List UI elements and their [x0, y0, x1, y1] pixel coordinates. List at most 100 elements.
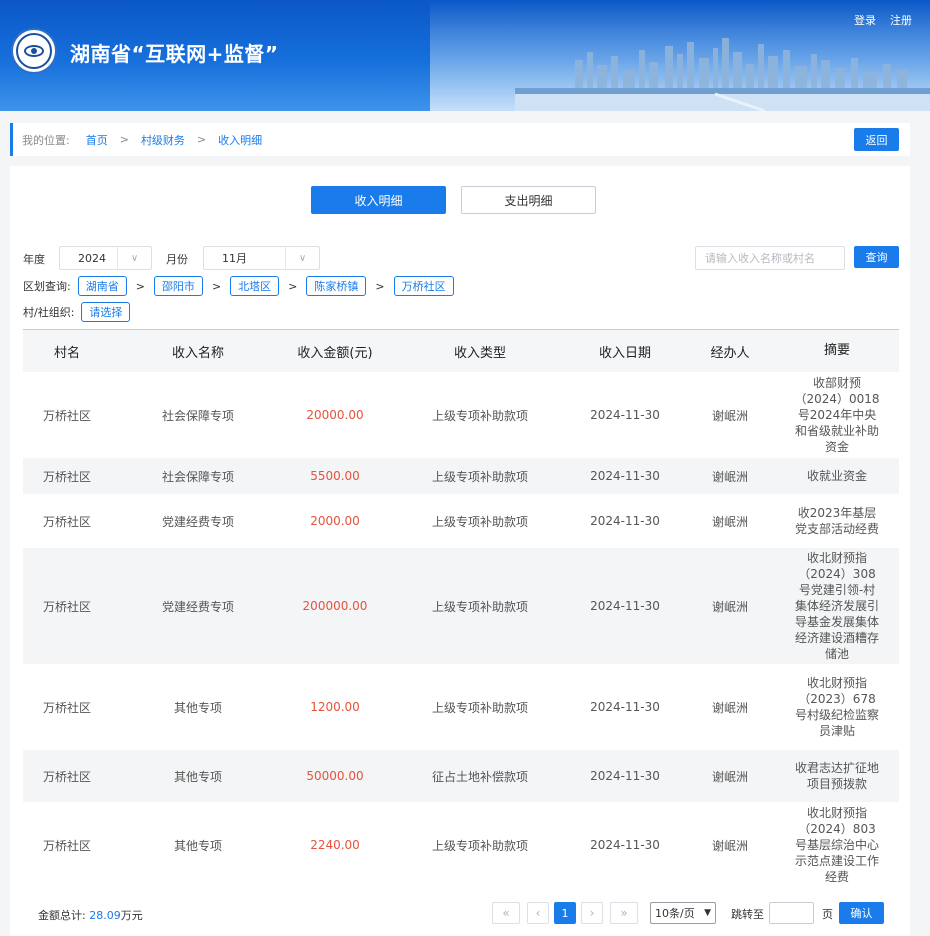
cell-summary: 收部财预（2024）0018号2024年中央和省级就业补助资金: [794, 376, 880, 454]
cell-village: 万桥社区: [42, 599, 91, 614]
city-skyline-image: [515, 38, 930, 111]
month-label: 月份: [166, 253, 188, 266]
tab-income-detail[interactable]: 收入明细: [311, 186, 446, 214]
cell-income-type: 上级专项补助款项: [431, 838, 528, 853]
region-separator: >: [375, 279, 385, 293]
pagination-bar: 金额总计: 28.09万元 « ‹ 1 › » 10条/页 ▼ 跳转至 页 确认: [10, 891, 910, 936]
table-row: 万桥社区 社会保障专项 20000.00 上级专项补助款项 2024-11-30 谢岷洲 收…: [23, 372, 899, 458]
region-chip-province[interactable]: 湖南省: [77, 276, 127, 296]
column-header-income-name: 收入名称: [171, 345, 224, 361]
cell-handler: 谢岷洲: [711, 408, 748, 423]
first-page-button[interactable]: «: [492, 902, 520, 924]
cell-date: 2024-11-30: [590, 700, 660, 714]
table-row: 万桥社区 其他专项 1200.00 上级专项补助款项 2024-11-30 谢岷洲 收北财预…: [23, 664, 899, 750]
cell-income-name: 其他专项: [173, 838, 222, 853]
cell-income-type: 上级专项补助款项: [431, 700, 528, 715]
breadcrumb-village-finance-link[interactable]: 村级财务: [141, 132, 185, 148]
breadcrumb: 我的位置: 首页 > 村级财务 > 收入明细 返回: [10, 123, 910, 156]
region-filter: 区划查询: 湖南省 > 邵阳市 > 北塔区 > 陈家桥镇 > 万桥社区: [23, 276, 454, 296]
cell-income-name: 其他专项: [173, 700, 222, 715]
column-header-amount: 收入金额(元): [297, 345, 373, 361]
column-header-summary: 摘要: [823, 343, 850, 358]
cell-income-type: 上级专项补助款项: [431, 514, 528, 529]
region-separator: >: [211, 279, 222, 293]
login-link[interactable]: 登录: [854, 12, 876, 28]
cell-village: 万桥社区: [42, 700, 91, 715]
last-page-button[interactable]: »: [610, 902, 638, 924]
register-link[interactable]: 注册: [890, 12, 912, 28]
total-value: 28.09: [89, 909, 121, 922]
org-label: 村/社组织:: [23, 306, 75, 319]
cell-income-type: 上级专项补助款项: [431, 408, 528, 423]
column-header-village: 村名: [53, 345, 80, 361]
per-page-select[interactable]: 10条/页 ▼: [650, 902, 716, 924]
cell-date: 2024-11-30: [590, 514, 660, 528]
table-row: 万桥社区 党建经费专项 200000.00 上级专项补助款项 2024-11-30 谢岷洲…: [23, 548, 899, 664]
back-button[interactable]: 返回: [854, 128, 899, 151]
cell-date: 2024-11-30: [590, 599, 660, 613]
cell-income-name: 党建经费专项: [161, 599, 234, 614]
page-1-button[interactable]: 1: [554, 902, 576, 924]
site-header: 湖南省“互联网+监督” 登录 注册: [0, 0, 930, 111]
tab-expense-detail[interactable]: 支出明细: [461, 186, 596, 214]
column-header-date: 收入日期: [598, 345, 651, 361]
cell-village: 万桥社区: [42, 838, 91, 853]
month-select[interactable]: 11月 ∨: [203, 246, 320, 270]
cell-amount: 2240.00: [310, 838, 360, 852]
main-panel: 收入明细 支出明细 年度 2024 ∨ 月份 11月 ∨ 查询 区划查询: 湖南…: [10, 166, 910, 936]
cell-summary: 收就业资金: [806, 469, 867, 483]
cell-village: 万桥社区: [42, 469, 91, 484]
search-input[interactable]: [695, 246, 845, 270]
year-label: 年度: [23, 253, 45, 266]
breadcrumb-label: 我的位置:: [22, 133, 70, 147]
goto-label: 跳转至: [731, 908, 764, 921]
region-label: 区划查询:: [23, 280, 71, 293]
cell-handler: 谢岷洲: [711, 769, 748, 784]
chevron-down-icon: ∨: [285, 247, 319, 269]
org-filter: 村/社组织: 请选择: [23, 302, 131, 322]
org-select-button[interactable]: 请选择: [81, 302, 131, 322]
per-page-value: 10条/页: [655, 907, 695, 920]
table-body: 万桥社区 社会保障专项 20000.00 上级专项补助款项 2024-11-30 谢岷洲收…: [23, 372, 899, 888]
cell-amount: 5500.00: [310, 469, 360, 483]
total-unit: 万元: [120, 909, 143, 922]
year-select[interactable]: 2024 ∨: [59, 246, 152, 270]
goto-page-input[interactable]: [769, 902, 814, 924]
eye-emblem-icon: [11, 28, 57, 74]
site-title: 湖南省“互联网+监督”: [70, 42, 279, 66]
table-row: 万桥社区 其他专项 50000.00 征占土地补偿款项 2024-11-30 谢岷洲 收君志…: [23, 750, 899, 802]
cell-summary: 收君志达扩征地项目预拨款: [794, 761, 879, 791]
cell-handler: 谢岷洲: [711, 469, 748, 484]
next-page-button[interactable]: ›: [581, 902, 603, 924]
cell-date: 2024-11-30: [590, 838, 660, 852]
cell-amount: 200000.00: [302, 599, 368, 613]
cell-summary: 收北财预指（2024）308号党建引领-村集体经济发展引导基金发展集体经济建设酒…: [794, 551, 879, 661]
total-label: 金额总计:: [38, 909, 86, 922]
cell-income-name: 社会保障专项: [161, 408, 234, 423]
breadcrumb-home-link[interactable]: 首页: [86, 132, 108, 148]
breadcrumb-income-detail-link[interactable]: 收入明细: [218, 132, 262, 148]
cell-income-type: 上级专项补助款项: [431, 469, 528, 484]
chevron-down-icon: ▼: [704, 908, 711, 918]
cell-village: 万桥社区: [42, 408, 91, 423]
region-chip-community[interactable]: 万桥社区: [393, 276, 454, 296]
cell-amount: 20000.00: [306, 408, 364, 422]
region-separator: >: [135, 279, 145, 293]
cell-village: 万桥社区: [42, 769, 91, 784]
table-header-row: 村名 收入名称 收入金额(元) 收入类型 收入日期 经办人 摘要: [23, 330, 899, 372]
cell-handler: 谢岷洲: [711, 700, 748, 715]
cell-income-name: 社会保障专项: [161, 469, 234, 484]
query-button[interactable]: 查询: [854, 246, 899, 268]
region-chip-town[interactable]: 陈家桥镇: [306, 276, 367, 296]
prev-page-button[interactable]: ‹: [527, 902, 549, 924]
breadcrumb-separator: >: [119, 133, 129, 146]
cell-date: 2024-11-30: [590, 769, 660, 783]
total-amount: 金额总计: 28.09万元: [38, 907, 143, 923]
breadcrumb-separator: >: [196, 133, 207, 146]
region-chip-district[interactable]: 北塔区: [230, 276, 280, 296]
region-chip-city[interactable]: 邵阳市: [153, 276, 203, 296]
confirm-button[interactable]: 确认: [839, 902, 884, 924]
cell-amount: 50000.00: [306, 769, 364, 783]
cell-handler: 谢岷洲: [711, 514, 748, 529]
income-table: 村名 收入名称 收入金额(元) 收入类型 收入日期 经办人 摘要 万桥社区社会保…: [23, 329, 899, 888]
